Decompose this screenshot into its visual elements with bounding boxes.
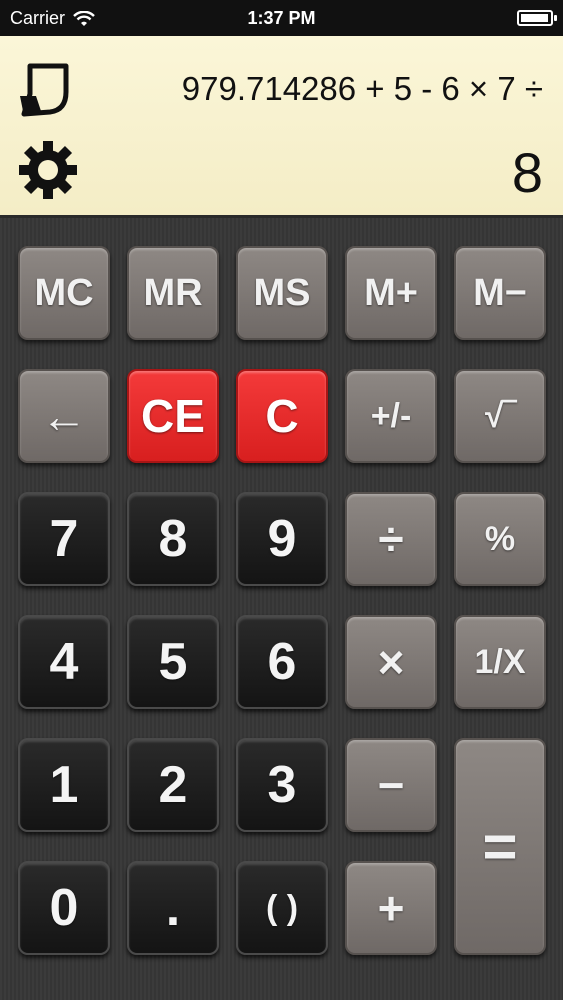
digit-4-button[interactable]: 4 [18, 615, 110, 709]
digit-0-label: 0 [49, 879, 79, 937]
digit-1-button[interactable]: 1 [18, 738, 110, 832]
clear-entry-button[interactable]: CE [127, 369, 219, 463]
backspace-icon: ← [41, 390, 87, 442]
plus-label: + [377, 882, 405, 934]
digit-1-label: 1 [49, 756, 79, 814]
ms-label: MS [253, 271, 311, 314]
ms-button[interactable]: MS [236, 246, 328, 340]
parentheses-button[interactable]: ( ) [236, 861, 328, 955]
plus-minus-label: +/- [370, 396, 412, 435]
digit-6-label: 6 [267, 633, 297, 691]
status-time: 1:37 PM [247, 8, 316, 28]
backspace-button[interactable]: ← [18, 369, 110, 463]
digit-3-button[interactable]: 3 [236, 738, 328, 832]
result-text: 8 [511, 141, 543, 204]
multiply-button[interactable]: × [345, 615, 437, 709]
minus-button[interactable]: − [345, 738, 437, 832]
history-button[interactable] [14, 56, 82, 124]
decimal-button[interactable]: . [127, 861, 219, 955]
digit-5-label: 5 [158, 633, 188, 691]
m-minus-label: M− [473, 271, 527, 314]
digit-2-label: 2 [158, 756, 188, 814]
battery-level [521, 14, 548, 22]
square-root-icon: √‾ [485, 396, 515, 435]
m-plus-label: M+ [364, 271, 418, 314]
digit-7-label: 7 [49, 510, 79, 568]
plus-button[interactable]: + [345, 861, 437, 955]
expression-text: 979.714286 + 5 - 6 × 7 ÷ [181, 70, 543, 107]
divide-label: ÷ [378, 513, 404, 565]
digit-0-button[interactable]: 0 [18, 861, 110, 955]
divide-button[interactable]: ÷ [345, 492, 437, 586]
equals-button[interactable]: = [454, 738, 546, 955]
calculator-display: 979.714286 + 5 - 6 × 7 ÷ 8 [0, 36, 563, 218]
keypad: MC MR MS M+ M− ← CE C +/- √‾ 7 8 9 ÷ % 4… [0, 218, 563, 1000]
digit-8-button[interactable]: 8 [127, 492, 219, 586]
mr-button[interactable]: MR [127, 246, 219, 340]
decimal-label: . [165, 879, 181, 937]
gear-icon [19, 141, 77, 199]
square-root-button[interactable]: √‾ [454, 369, 546, 463]
history-icon [20, 63, 69, 117]
settings-button[interactable] [14, 136, 82, 204]
clear-button[interactable]: C [236, 369, 328, 463]
digit-9-label: 9 [267, 510, 297, 568]
digit-4-label: 4 [49, 633, 79, 691]
status-bar: Carrier 1:37 PM [0, 0, 563, 36]
clear-label: C [265, 390, 299, 442]
m-plus-button[interactable]: M+ [345, 246, 437, 340]
mc-button[interactable]: MC [18, 246, 110, 340]
m-minus-button[interactable]: M− [454, 246, 546, 340]
digit-2-button[interactable]: 2 [127, 738, 219, 832]
digit-7-button[interactable]: 7 [18, 492, 110, 586]
equals-label: = [482, 813, 518, 880]
percent-label: % [484, 519, 516, 558]
digit-8-label: 8 [158, 510, 188, 568]
mr-label: MR [143, 271, 203, 314]
percent-button[interactable]: % [454, 492, 546, 586]
multiply-label: × [377, 636, 405, 688]
battery-icon [517, 10, 557, 26]
minus-label: − [377, 759, 405, 811]
mc-label: MC [34, 271, 94, 314]
plus-minus-button[interactable]: +/- [345, 369, 437, 463]
reciprocal-button[interactable]: 1/X [454, 615, 546, 709]
digit-6-button[interactable]: 6 [236, 615, 328, 709]
digit-9-button[interactable]: 9 [236, 492, 328, 586]
parentheses-label: ( ) [265, 888, 299, 927]
digit-3-label: 3 [267, 756, 297, 814]
reciprocal-label: 1/X [474, 642, 526, 681]
clear-entry-label: CE [141, 390, 205, 442]
digit-5-button[interactable]: 5 [127, 615, 219, 709]
